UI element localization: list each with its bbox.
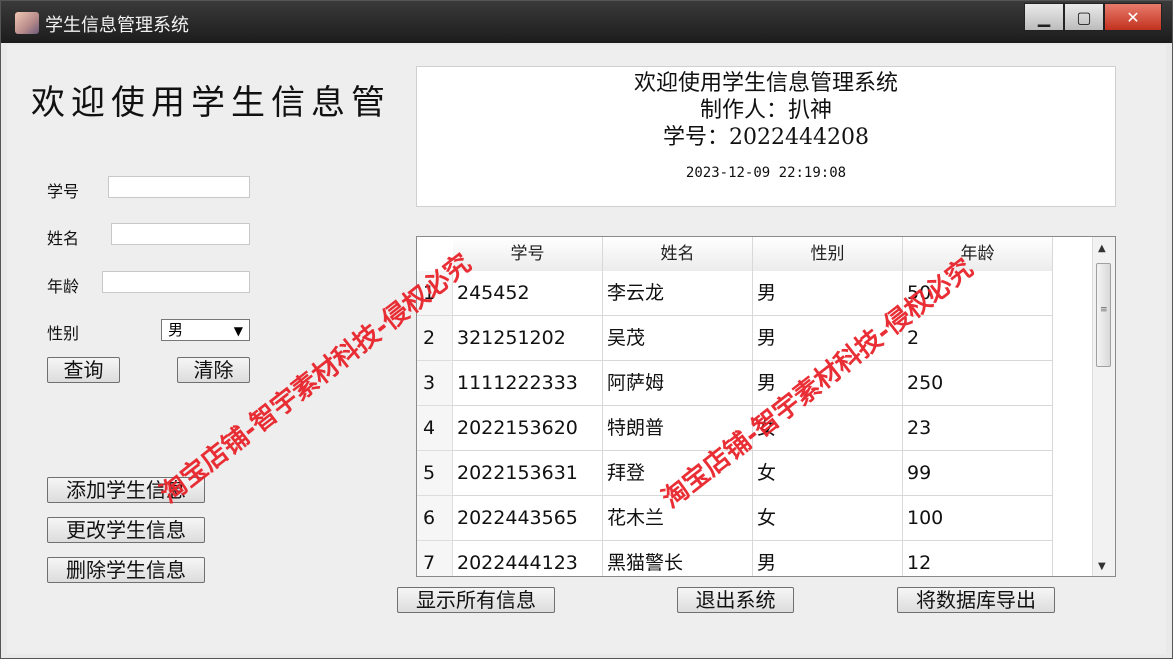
info-panel: 欢迎使用学生信息管理系统 制作人：扒神 学号：2022444208 2023-1…: [416, 66, 1116, 207]
row-number[interactable]: 4: [417, 406, 453, 451]
app-icon: [15, 12, 39, 34]
cell-id[interactable]: 2022444123: [453, 541, 603, 576]
cell-age[interactable]: 100: [903, 496, 1053, 541]
exit-button[interactable]: 退出系统: [677, 587, 794, 613]
show-all-button[interactable]: 显示所有信息: [397, 587, 555, 613]
welcome-heading: 欢迎使用学生信息管: [31, 83, 391, 123]
cell-id[interactable]: 2022153631: [453, 451, 603, 496]
student-id-label: 学号: [47, 182, 80, 201]
gender-select[interactable]: 男 ▼: [161, 319, 250, 341]
row-number-column: 1 2 3 4 5 6 7: [417, 271, 453, 576]
table-row[interactable]: 2022153631 拜登 女 99: [453, 451, 1053, 496]
cell-age[interactable]: 2: [903, 316, 1053, 361]
gender-selected-value: 男: [168, 321, 184, 339]
row-number[interactable]: 3: [417, 361, 453, 406]
column-header-name[interactable]: 姓名: [603, 237, 753, 271]
row-number[interactable]: 7: [417, 541, 453, 576]
cell-name[interactable]: 李云龙: [603, 271, 753, 316]
name-input[interactable]: [111, 223, 250, 245]
cell-id[interactable]: 2022153620: [453, 406, 603, 451]
app-window: 学生信息管理系统 ▁ ▢ ✕ 欢迎使用学生信息管 学号 姓名 年龄 性别 男 ▼…: [0, 0, 1173, 659]
scrollbar-thumb[interactable]: ≡: [1096, 263, 1111, 367]
author-id-line: 学号：2022444208: [663, 125, 869, 150]
age-input[interactable]: [102, 271, 250, 293]
cell-age[interactable]: 23: [903, 406, 1053, 451]
cell-id[interactable]: 1111222333: [453, 361, 603, 406]
table-row[interactable]: 2022444123 黑猫警长 男 12: [453, 541, 1053, 576]
cell-gender[interactable]: 男: [753, 541, 903, 576]
gender-label: 性别: [47, 324, 80, 343]
maximize-button[interactable]: ▢: [1064, 3, 1104, 31]
dropdown-arrow-icon: ▼: [233, 324, 243, 338]
cell-name[interactable]: 黑猫警长: [603, 541, 753, 576]
cell-age[interactable]: 99: [903, 451, 1053, 496]
window-title: 学生信息管理系统: [45, 15, 189, 36]
scroll-up-icon[interactable]: ▲: [1098, 243, 1106, 254]
cell-id[interactable]: 245452: [453, 271, 603, 316]
delete-student-button[interactable]: 删除学生信息: [47, 557, 205, 583]
column-header-id[interactable]: 学号: [453, 237, 603, 271]
grip-icon: ≡: [1100, 305, 1108, 315]
vertical-scrollbar[interactable]: ▲ ≡ ▼: [1092, 237, 1115, 576]
cell-gender[interactable]: 女: [753, 496, 903, 541]
age-label: 年龄: [47, 277, 80, 296]
cell-name[interactable]: 吴茂: [603, 316, 753, 361]
clear-button[interactable]: 清除: [177, 357, 250, 383]
cell-id[interactable]: 321251202: [453, 316, 603, 361]
table-row[interactable]: 321251202 吴茂 男 2: [453, 316, 1053, 361]
cell-gender[interactable]: 女: [753, 451, 903, 496]
author-line: 制作人：扒神: [699, 98, 832, 123]
table-row[interactable]: 2022443565 花木兰 女 100: [453, 496, 1053, 541]
scroll-down-icon[interactable]: ▼: [1098, 561, 1106, 572]
title-bar[interactable]: 学生信息管理系统 ▁ ▢ ✕: [1, 1, 1172, 43]
current-timestamp: 2023-12-09 22:19:08: [685, 165, 847, 181]
cell-age[interactable]: 250: [903, 361, 1053, 406]
window-controls: ▁ ▢ ✕: [1024, 3, 1162, 31]
cell-age[interactable]: 12: [903, 541, 1053, 576]
column-header-gender[interactable]: 性别: [753, 237, 903, 271]
name-label: 姓名: [47, 229, 80, 248]
cell-name[interactable]: 阿萨姆: [603, 361, 753, 406]
minimize-button[interactable]: ▁: [1024, 3, 1064, 31]
close-button[interactable]: ✕: [1104, 3, 1162, 31]
client-area: 欢迎使用学生信息管 学号 姓名 年龄 性别 男 ▼ 查询 清除 添加学生信息 更…: [7, 45, 1166, 654]
row-number[interactable]: 2: [417, 316, 453, 361]
column-header-age[interactable]: 年龄: [903, 237, 1053, 271]
update-student-button[interactable]: 更改学生信息: [47, 517, 205, 543]
export-database-button[interactable]: 将数据库导出: [897, 587, 1055, 613]
query-button[interactable]: 查询: [47, 357, 120, 383]
row-number[interactable]: 5: [417, 451, 453, 496]
table-row[interactable]: 1111222333 阿萨姆 男 250: [453, 361, 1053, 406]
cell-id[interactable]: 2022443565: [453, 496, 603, 541]
student-id-input[interactable]: [108, 176, 250, 198]
row-number[interactable]: 6: [417, 496, 453, 541]
system-title: 欢迎使用学生信息管理系统: [633, 71, 898, 96]
